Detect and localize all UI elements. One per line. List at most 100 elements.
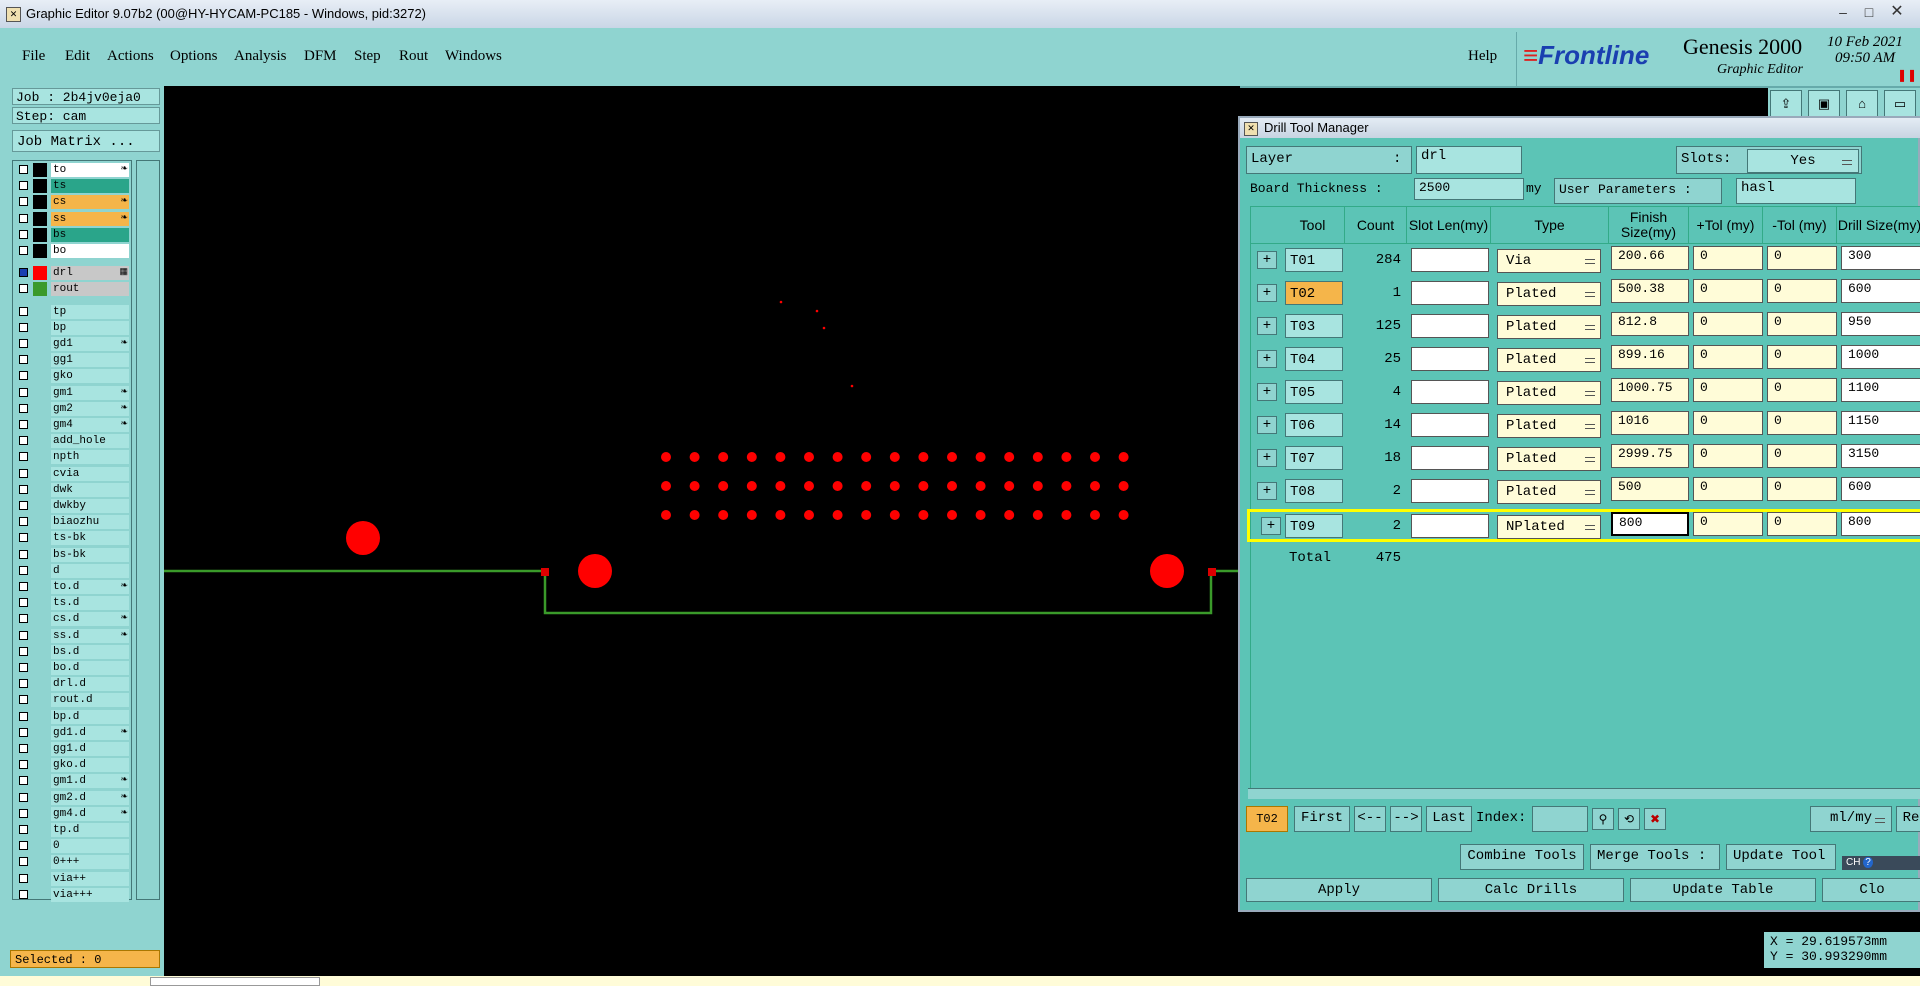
- layer-name[interactable]: via++: [51, 871, 129, 886]
- horizontal-scrollbar[interactable]: [1248, 788, 1920, 799]
- layer-name[interactable]: drl: [51, 266, 129, 281]
- minus-tol-input[interactable]: 0: [1767, 444, 1837, 468]
- expand-icon[interactable]: +: [1257, 416, 1277, 434]
- slot-len-input[interactable]: [1411, 479, 1489, 503]
- layer-row[interactable]: ts.d: [16, 596, 130, 611]
- layer-list-scrollbar[interactable]: [136, 160, 160, 900]
- board-thickness-input[interactable]: 2500: [1414, 178, 1524, 200]
- minus-tol-input[interactable]: 0: [1767, 279, 1837, 303]
- tool-button[interactable]: T09: [1285, 514, 1343, 538]
- layer-row[interactable]: bs: [16, 227, 130, 242]
- close-icon[interactable]: ✕: [1884, 2, 1910, 22]
- calc-drills-button[interactable]: Calc Drills: [1438, 878, 1624, 902]
- drill-size-input[interactable]: 1000: [1841, 345, 1920, 369]
- job-matrix-button[interactable]: Job Matrix ...: [12, 130, 160, 152]
- plus-tol-input[interactable]: 0: [1693, 345, 1763, 369]
- plus-tol-input[interactable]: 0: [1693, 378, 1763, 402]
- slot-len-input[interactable]: [1411, 413, 1489, 437]
- layer-row[interactable]: via++: [16, 871, 130, 886]
- layer-checkbox[interactable]: [19, 420, 28, 429]
- layer-name[interactable]: bo.d: [51, 661, 129, 675]
- type-select[interactable]: Plated: [1497, 414, 1601, 438]
- layer-name[interactable]: to.d: [51, 580, 129, 594]
- layer-checkbox[interactable]: [19, 181, 28, 191]
- layer-row[interactable]: gko.d: [16, 758, 130, 773]
- layer-name[interactable]: gg1.d: [51, 742, 129, 756]
- layer-checkbox[interactable]: [19, 452, 28, 462]
- menu-help[interactable]: Help: [1468, 48, 1497, 65]
- tool-button[interactable]: T03: [1285, 314, 1343, 338]
- layer-checkbox[interactable]: [19, 517, 28, 527]
- dialog-title-bar[interactable]: ✕ Drill Tool Manager: [1240, 118, 1920, 138]
- layer-row[interactable]: gm2.d ❧: [16, 790, 130, 805]
- type-select[interactable]: Plated: [1497, 315, 1601, 339]
- layer-checkbox[interactable]: [19, 792, 28, 802]
- minimize-icon[interactable]: –: [1830, 2, 1856, 22]
- menu-rout[interactable]: Rout: [399, 48, 428, 65]
- menu-options[interactable]: Options: [170, 48, 218, 65]
- layer-name[interactable]: gko.d: [51, 758, 129, 773]
- layer-checkbox[interactable]: [19, 889, 28, 899]
- layer-name[interactable]: gg1: [51, 353, 129, 368]
- finish-size-input[interactable]: 200.66: [1611, 246, 1689, 270]
- layer-name[interactable]: via+++: [51, 887, 129, 902]
- expand-icon[interactable]: +: [1257, 449, 1277, 467]
- last-button[interactable]: Last: [1426, 806, 1472, 832]
- layer-checkbox[interactable]: [19, 857, 28, 867]
- layer-name[interactable]: rout: [51, 282, 129, 297]
- merge-tools-button[interactable]: Merge Tools :: [1590, 844, 1720, 870]
- layer-checkbox[interactable]: [19, 808, 28, 818]
- tool-button[interactable]: T04: [1285, 347, 1343, 371]
- layer-row[interactable]: gg1.d: [16, 742, 130, 756]
- layer-checkbox[interactable]: [19, 760, 28, 770]
- reset-button[interactable]: Re: [1896, 806, 1920, 832]
- layer-row[interactable]: bo.d: [16, 661, 130, 675]
- layer-name[interactable]: npth: [51, 450, 129, 465]
- layer-name[interactable]: to: [51, 163, 129, 177]
- expand-icon[interactable]: +: [1257, 284, 1277, 302]
- layer-row[interactable]: npth: [16, 450, 130, 465]
- layer-name[interactable]: gm4.d: [51, 806, 129, 821]
- layer-name[interactable]: bs: [51, 227, 129, 242]
- minus-tol-input[interactable]: 0: [1767, 246, 1837, 270]
- finish-size-input[interactable]: 500: [1611, 477, 1689, 501]
- layer-name[interactable]: dwkby: [51, 499, 129, 513]
- layer-name[interactable]: gko: [51, 369, 129, 384]
- index-input[interactable]: [1532, 806, 1588, 832]
- layer-checkbox[interactable]: [19, 306, 28, 316]
- drill-size-input[interactable]: 1150: [1841, 411, 1920, 435]
- layer-row[interactable]: bs-bk: [16, 547, 130, 562]
- layer-row[interactable]: gm1.d ❧: [16, 774, 130, 789]
- layer-name[interactable]: add_hole: [51, 434, 129, 449]
- layer-name[interactable]: gm2.d: [51, 790, 129, 805]
- layer-row[interactable]: dwk: [16, 482, 130, 497]
- finish-size-input[interactable]: 812.8: [1611, 312, 1689, 336]
- expand-icon[interactable]: +: [1257, 317, 1277, 335]
- layer-row[interactable]: ss.d ❧: [16, 628, 130, 643]
- layer-name[interactable]: ss.d: [51, 628, 129, 643]
- tool-button[interactable]: T06: [1285, 413, 1343, 437]
- layer-row[interactable]: drl.d: [16, 677, 130, 692]
- layer-name[interactable]: drl.d: [51, 677, 129, 692]
- layer-checkbox[interactable]: [19, 825, 28, 834]
- layer-row[interactable]: cs ❧: [16, 195, 130, 210]
- layer-row[interactable]: gd1 ❧: [16, 337, 130, 351]
- type-select[interactable]: Plated: [1497, 282, 1601, 306]
- user-parameters-button[interactable]: User Parameters :: [1554, 178, 1722, 204]
- menu-dfm[interactable]: DFM: [304, 48, 337, 65]
- plus-tol-input[interactable]: 0: [1693, 477, 1763, 501]
- tool-button[interactable]: T02: [1285, 281, 1343, 305]
- layer-row[interactable]: bs.d: [16, 644, 130, 659]
- layer-name[interactable]: bp: [51, 320, 129, 335]
- layer-name[interactable]: ss: [51, 211, 129, 226]
- update-tools-button[interactable]: Update Tool: [1726, 844, 1836, 870]
- layer-checkbox[interactable]: [19, 355, 28, 365]
- layer-checkbox[interactable]: [19, 549, 28, 559]
- layer-row[interactable]: ts: [16, 179, 130, 194]
- minus-tol-input[interactable]: 0: [1767, 512, 1837, 536]
- layer-name[interactable]: d: [51, 563, 129, 578]
- layer-name[interactable]: bo: [51, 244, 129, 258]
- type-select[interactable]: Plated: [1497, 348, 1601, 372]
- layer-checkbox[interactable]: [19, 322, 28, 332]
- layer-row[interactable]: cs.d ❧: [16, 612, 130, 627]
